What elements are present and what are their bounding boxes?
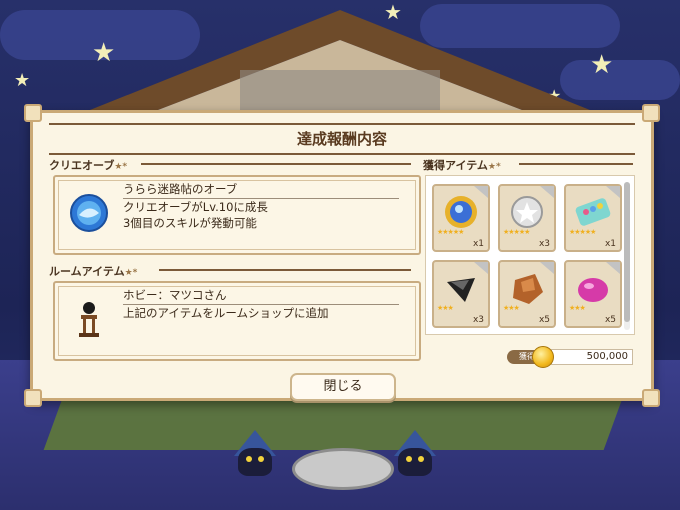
- gem-tray-item-icon: [575, 198, 611, 226]
- acquired-items-header-label: 獲得アイテム: [423, 159, 488, 172]
- orb-name: うらら迷路帖のオーブ: [123, 181, 399, 199]
- room-item-name: ホビー：マツコさん: [123, 287, 399, 305]
- item-count: x1: [472, 239, 484, 249]
- room-item-header: ルームアイテム★*: [49, 263, 137, 279]
- item-count: x5: [538, 315, 550, 325]
- crieorb-header: クリエオーブ★*: [49, 157, 127, 173]
- gold-coin-icon: [532, 346, 554, 368]
- dialog-title: 達成報酬内容: [296, 130, 387, 148]
- gold-orb-item-icon: [445, 196, 477, 228]
- section-rule: [159, 269, 411, 271]
- copper-ore-item-icon: [513, 274, 543, 304]
- black-stone-item-icon: [447, 278, 475, 302]
- scrollbar-thumb[interactable]: [624, 182, 630, 322]
- close-button[interactable]: 閉じる: [290, 373, 396, 401]
- rarity-stars: ★★★★★: [503, 228, 530, 236]
- black-cat-wizard: [232, 430, 278, 476]
- reward-item[interactable]: ★★★ x5: [564, 260, 622, 328]
- corner-ornament: [642, 104, 660, 122]
- matsuko-figure-icon: [79, 302, 99, 337]
- orb-skill-text: 3個目のスキルが発動可能: [123, 216, 257, 230]
- acquired-items-header: 獲得アイテム★*: [423, 157, 501, 173]
- sparkle-icon: ★*: [124, 268, 138, 278]
- corner-ornament: [24, 389, 42, 407]
- round-table: [292, 448, 394, 490]
- black-cat-wizard: [392, 430, 438, 476]
- item-count: x5: [604, 315, 616, 325]
- item-count: x3: [472, 315, 484, 325]
- section-rule: [141, 163, 411, 165]
- rarity-stars: ★★★: [569, 304, 586, 312]
- reward-item[interactable]: ★★★ x3: [432, 260, 490, 328]
- room-item-shop-text: 上記のアイテムをルームショップに追加: [123, 306, 329, 320]
- reward-item[interactable]: ★★★★★ x3: [498, 184, 556, 252]
- currency-value: 500,000: [551, 349, 633, 365]
- pink-gem-item-icon: [578, 278, 608, 302]
- crieorb-card: うらら迷路帖のオーブ クリエオーブがLv.10に成長 3個目のスキルが発動可能: [53, 175, 421, 255]
- rarity-stars: ★★★★★: [569, 228, 596, 236]
- reward-item[interactable]: ★★★ x5: [498, 260, 556, 328]
- sparkle-icon: ★*: [487, 162, 501, 172]
- star-icon: ★: [14, 70, 31, 91]
- blue-orb-icon: [70, 194, 108, 232]
- item-count: x1: [604, 239, 616, 249]
- room-item-description: ホビー：マツコさん 上記のアイテムをルームショップに追加: [123, 287, 399, 321]
- crieorb-description: うらら迷路帖のオーブ クリエオーブがLv.10に成長 3個目のスキルが発動可能: [123, 181, 399, 231]
- title-bar: 達成報酬内容: [49, 123, 635, 155]
- sparkle-icon: ★*: [114, 162, 128, 172]
- items-scrollbar[interactable]: [624, 182, 630, 330]
- room-item-card: ホビー：マツコさん 上記のアイテムをルームショップに追加: [53, 281, 421, 361]
- rarity-stars: ★★★: [437, 304, 454, 312]
- crieorb-header-label: クリエオーブ: [49, 159, 115, 172]
- rarity-stars: ★★★★★: [437, 228, 464, 236]
- rarity-stars: ★★★: [503, 304, 520, 312]
- orb-growth-text: クリエオーブがLv.10に成長: [123, 200, 268, 214]
- corner-ornament: [24, 104, 42, 122]
- item-count: x3: [538, 239, 550, 249]
- silver-medal-item-icon: [511, 196, 543, 228]
- room-item-header-label: ルームアイテム: [49, 265, 125, 278]
- reward-dialog: 達成報酬内容 クリエオーブ★* うらら迷路帖のオーブ クリエオーブがLv.10に…: [24, 104, 660, 407]
- acquired-items-grid[interactable]: ★★★★★ x1 ★★★★★ x3 ★★★★★ x1 ★★★ x3 ★★★ x5…: [425, 175, 635, 335]
- reward-item[interactable]: ★★★★★ x1: [564, 184, 622, 252]
- corner-ornament: [642, 389, 660, 407]
- reward-item[interactable]: ★★★★★ x1: [432, 184, 490, 252]
- section-rule: [519, 163, 633, 165]
